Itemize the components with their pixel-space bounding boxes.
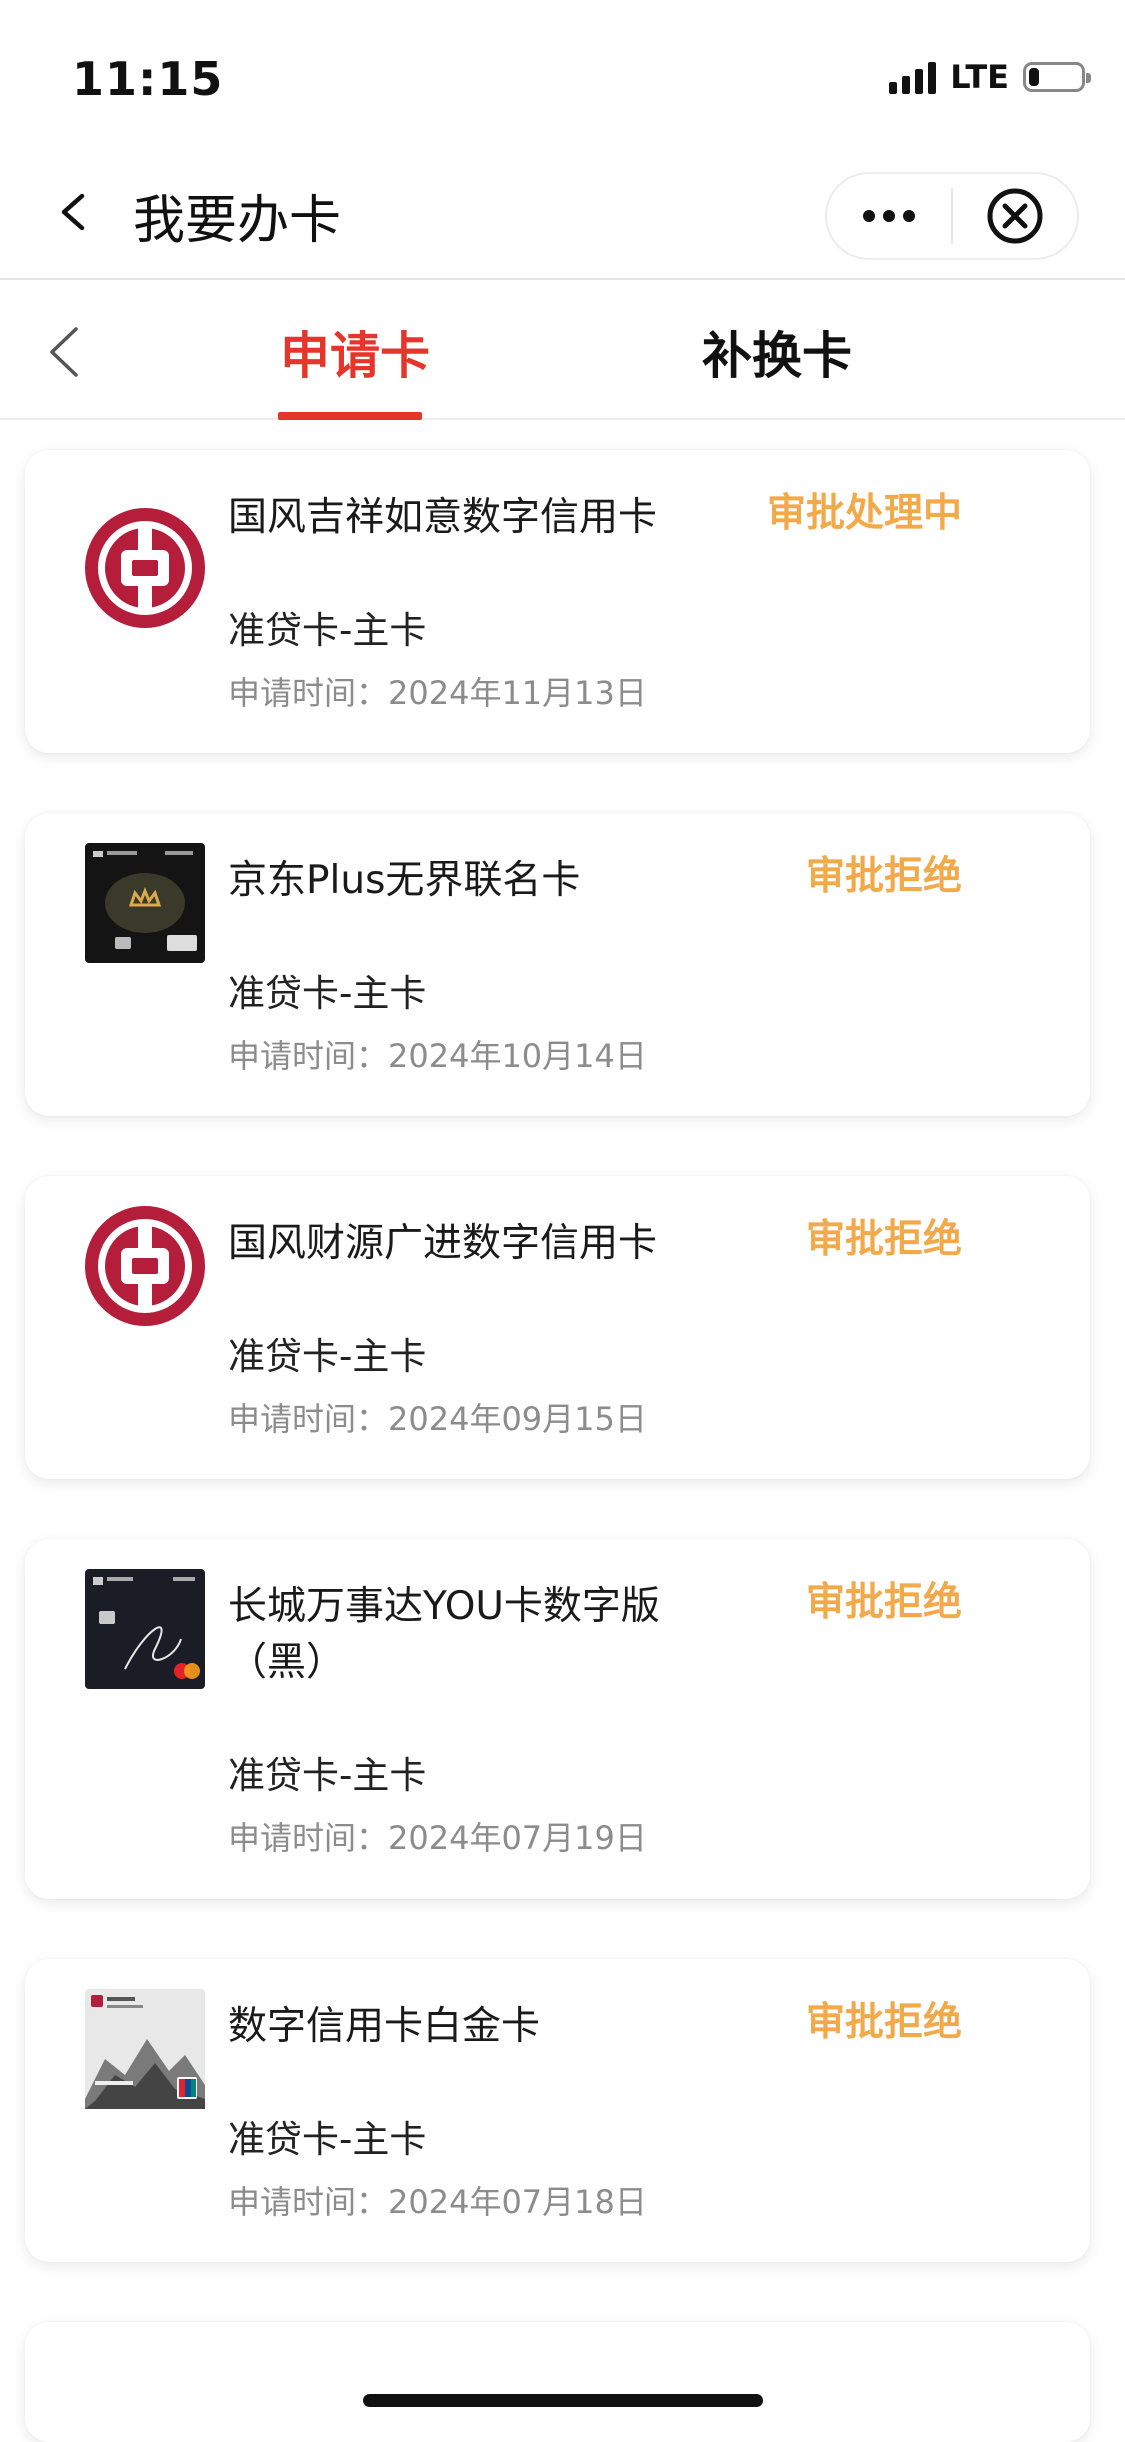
- platinum-card-thumbnail-icon: [85, 1989, 205, 2109]
- status-badge: 审批拒绝: [805, 1580, 962, 1625]
- status-bar: 11:15 LTE: [0, 0, 1125, 140]
- card-type: 准贷卡-主卡: [228, 972, 427, 1015]
- tab-apply-card[interactable]: 申请卡: [280, 316, 430, 388]
- card-type: 准贷卡-主卡: [228, 2118, 427, 2161]
- status-badge: 审批处理中: [766, 491, 962, 536]
- card-name: 国风吉祥如意数字信用卡: [228, 495, 658, 540]
- apply-time: 申请时间：2024年09月15日: [228, 1400, 647, 1438]
- application-card[interactable]: 长城万事达YOU卡数字版（黑） 审批拒绝 准贷卡-主卡 申请时间：2024年07…: [25, 1539, 1090, 1899]
- apply-time: 申请时间：2024年07月19日: [228, 1819, 647, 1857]
- signal-icon: [889, 60, 937, 94]
- tab-replace-card[interactable]: 补换卡: [702, 316, 852, 388]
- apply-time: 申请时间：2024年07月18日: [228, 2183, 647, 2221]
- apply-time: 申请时间：2024年11月13日: [228, 674, 647, 712]
- application-card[interactable]: 国风吉祥如意数字信用卡 审批处理中 准贷卡-主卡 申请时间：2024年11月13…: [25, 450, 1090, 753]
- card-name: 京东Plus无界联名卡: [228, 858, 581, 903]
- card-type: 准贷卡-主卡: [228, 1335, 427, 1378]
- tab-back-icon[interactable]: [44, 326, 88, 378]
- bank-of-china-logo-icon: [85, 508, 205, 628]
- battery-icon: [1023, 62, 1091, 92]
- chevron-left-icon[interactable]: [54, 192, 94, 232]
- card-name: 长城万事达YOU卡数字版（黑）: [228, 1584, 660, 1685]
- status-badge: 审批拒绝: [805, 2000, 962, 2045]
- mastercard-black-card-thumbnail-icon: [85, 1569, 205, 1689]
- close-circle-icon: [987, 188, 1043, 244]
- more-dots-icon: [863, 210, 915, 222]
- apply-time: 申请时间：2024年10月14日: [228, 1037, 647, 1075]
- bank-of-china-logo-icon: [85, 1206, 205, 1326]
- application-card-partial[interactable]: [25, 2322, 1090, 2442]
- card-type: 准贷卡-主卡: [228, 609, 427, 652]
- application-card[interactable]: 国风财源广进数字信用卡 审批拒绝 准贷卡-主卡 申请时间：2024年09月15日: [25, 1176, 1090, 1479]
- status-time: 11:15: [72, 52, 224, 106]
- tab-bar: 申请卡 补换卡: [0, 280, 1125, 420]
- active-tab-indicator: [278, 412, 422, 420]
- nav-header: 我要办卡: [0, 140, 1125, 280]
- application-card[interactable]: 京东Plus无界联名卡 审批拒绝 准贷卡-主卡 申请时间：2024年10月14日: [25, 813, 1090, 1116]
- network-label: LTE: [950, 58, 1009, 96]
- status-badge: 审批拒绝: [805, 854, 962, 899]
- card-type: 准贷卡-主卡: [228, 1754, 427, 1797]
- more-button[interactable]: [827, 174, 951, 258]
- page-title: 我要办卡: [133, 191, 342, 251]
- black-card-thumbnail-icon: [85, 843, 205, 963]
- card-name: 国风财源广进数字信用卡: [228, 1221, 658, 1266]
- application-card[interactable]: 数字信用卡白金卡 审批拒绝 准贷卡-主卡 申请时间：2024年07月18日: [25, 1959, 1090, 2262]
- battery-level-fill: [1029, 68, 1039, 86]
- status-indicators: LTE: [889, 58, 1091, 96]
- close-button[interactable]: [953, 174, 1077, 258]
- status-badge: 审批拒绝: [805, 1217, 962, 1262]
- mini-program-capsule: [825, 172, 1079, 260]
- home-indicator[interactable]: [363, 2394, 763, 2407]
- card-name: 数字信用卡白金卡: [228, 2004, 541, 2049]
